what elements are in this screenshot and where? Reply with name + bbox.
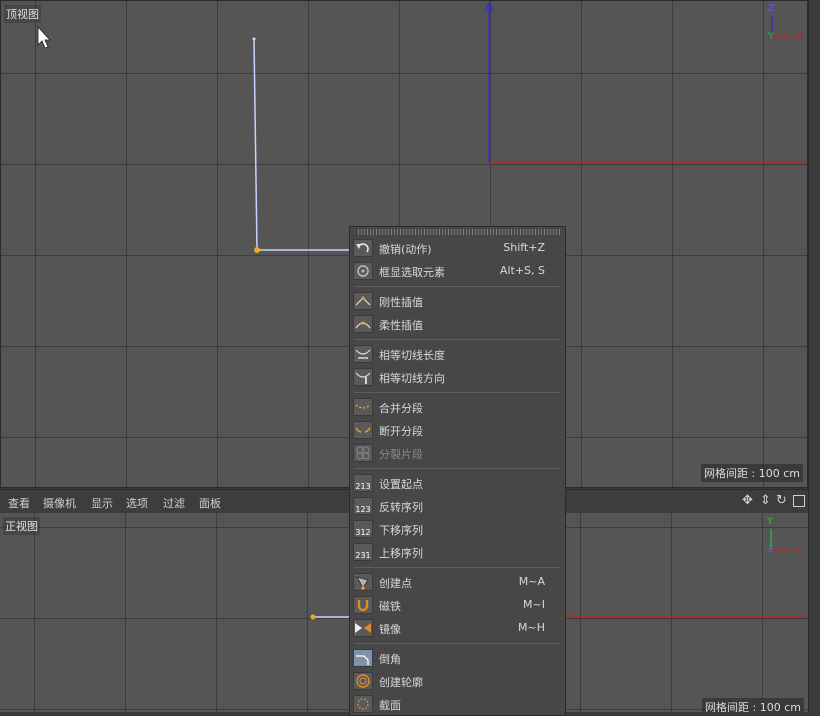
top-view-label: 顶视图 <box>4 5 41 23</box>
menu-separator <box>354 286 560 287</box>
menu-camera[interactable]: 摄像机 <box>43 495 76 511</box>
top-z-axis-label: Z <box>768 3 775 14</box>
hard-interpolation-icon <box>353 292 373 310</box>
equal-tangent-length-icon <box>353 345 373 363</box>
front-grid-spacing: 网格间距 : 100 cm <box>702 698 804 712</box>
menu-item-soft-interpolation[interactable]: 柔性插值 <box>350 313 565 335</box>
cross-section-icon <box>353 695 373 713</box>
menu-item-equal-tangent-length[interactable]: 相等切线长度 <box>350 343 565 365</box>
rotate-view-icon[interactable]: ↻ <box>776 493 787 508</box>
menu-separator <box>354 643 560 644</box>
front-y-axis-label: Y <box>767 516 774 527</box>
menu-item-magnet[interactable]: 磁铁 M~I <box>350 594 565 616</box>
menu-separator <box>354 468 560 469</box>
menu-separator <box>354 392 560 393</box>
join-segment-icon <box>353 398 373 416</box>
menu-item-frame-selection[interactable]: 框显选取元素 Alt+S, S <box>350 260 565 282</box>
front-z-axis-label: Z <box>767 544 774 555</box>
menu-item-break-segment[interactable]: 断开分段 <box>350 419 565 441</box>
menu-item-set-first-point[interactable]: 213 设置起点 <box>350 472 565 494</box>
menu-filter[interactable]: 过滤 <box>163 495 185 511</box>
top-y-axis-label: Y <box>768 31 775 42</box>
create-point-icon <box>353 573 373 591</box>
menu-item-undo[interactable]: 撤销(动作) Shift+Z <box>350 237 565 259</box>
context-menu: 撤销(动作) Shift+Z 框显选取元素 Alt+S, S 刚性插值 柔性插值… <box>349 226 566 716</box>
menu-item-create-outline[interactable]: 创建轮廓 <box>350 670 565 692</box>
spline-selected-point[interactable] <box>254 247 260 253</box>
chamfer-icon <box>353 649 373 667</box>
menu-item-move-down-sequence[interactable]: 312 下移序列 <box>350 518 565 540</box>
front-spline-point[interactable] <box>310 614 316 620</box>
menu-panel[interactable]: 面板 <box>199 495 221 511</box>
spline-path[interactable] <box>253 38 351 251</box>
menu-item-mirror[interactable]: 镜像 M~H <box>350 617 565 639</box>
mouse-cursor <box>37 25 51 49</box>
dolly-view-icon[interactable]: ⇕ <box>760 493 771 508</box>
top-x-axis-label: X <box>796 31 803 42</box>
maximize-view-icon[interactable] <box>793 495 805 507</box>
right-panel-edge <box>808 0 820 712</box>
top-grid-spacing: 网格间距 : 100 cm <box>701 464 803 482</box>
move-down-sequence-icon: 312 <box>353 520 373 538</box>
front-view-label: 正视图 <box>3 517 40 535</box>
spline-endpoint[interactable] <box>252 37 256 41</box>
move-up-sequence-icon: 231 <box>353 543 373 561</box>
front-axis-gizmo <box>770 529 792 551</box>
move-view-icon[interactable]: ✥ <box>742 493 753 508</box>
undo-icon <box>353 239 373 257</box>
menu-item-explode-segments[interactable]: 分裂片段 <box>350 442 565 464</box>
menu-item-move-up-sequence[interactable]: 231 上移序列 <box>350 541 565 563</box>
equal-tangent-direction-icon <box>353 368 373 386</box>
menu-item-chamfer[interactable]: 倒角 <box>350 647 565 669</box>
menu-drag-grip[interactable] <box>358 229 561 235</box>
break-segment-icon <box>353 421 373 439</box>
soft-interpolation-icon <box>353 315 373 333</box>
magnet-icon <box>353 596 373 614</box>
front-x-axis-label: X <box>795 544 802 555</box>
menu-item-equal-tangent-direction[interactable]: 相等切线方向 <box>350 366 565 388</box>
frame-selection-icon <box>353 262 373 280</box>
menu-options[interactable]: 选项 <box>126 495 148 511</box>
menu-display[interactable]: 显示 <box>91 495 113 511</box>
menu-separator <box>354 339 560 340</box>
menu-item-join-segment[interactable]: 合并分段 <box>350 396 565 418</box>
explode-segments-icon <box>353 444 373 462</box>
menu-item-reverse-sequence[interactable]: 123 反转序列 <box>350 495 565 517</box>
reverse-sequence-icon: 123 <box>353 497 373 515</box>
set-first-point-icon: 213 <box>353 474 373 492</box>
top-axis-gizmo <box>771 16 793 38</box>
menu-separator <box>354 567 560 568</box>
menu-view[interactable]: 查看 <box>8 495 30 511</box>
menu-item-hard-interpolation[interactable]: 刚性插值 <box>350 290 565 312</box>
menu-item-create-point[interactable]: 创建点 M~A <box>350 571 565 593</box>
create-outline-icon <box>353 672 373 690</box>
mirror-icon <box>353 619 373 637</box>
